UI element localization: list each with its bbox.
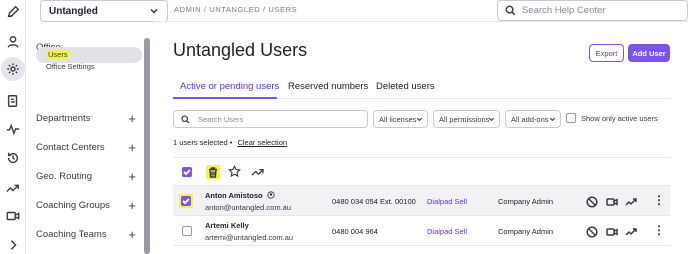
show-only-active-label: Show only active users (581, 113, 658, 123)
trend-icon[interactable] (251, 166, 264, 177)
permissions-dropdown-value: All permissions (439, 114, 490, 124)
more-options-icon[interactable]: ⋮ (653, 224, 665, 236)
active-tab-underline (173, 97, 277, 99)
bullet-separator: • (229, 138, 233, 147)
sidebar-item-office-settings[interactable]: Office Settings (46, 62, 95, 71)
search-users-input[interactable]: Search Users (173, 110, 368, 128)
tab-active-or-pending[interactable]: Active or pending users (180, 81, 279, 92)
bulk-action-bar (173, 158, 670, 186)
search-icon (181, 114, 190, 123)
row-checkbox[interactable] (181, 196, 191, 206)
addons-dropdown-value: All add-ons (511, 114, 549, 124)
show-only-active-checkbox[interactable] (566, 113, 576, 123)
user-role: Company Admin (498, 227, 554, 236)
plus-icon[interactable]: + (128, 141, 136, 154)
table-row[interactable]: Artemi Kelly artemi@untangled.com.au 048… (173, 216, 670, 246)
tab-reserved-numbers[interactable]: Reserved numbers (288, 81, 368, 92)
permissions-dropdown[interactable]: All permissions (433, 110, 500, 128)
tab-deleted-users[interactable]: Deleted users (376, 81, 435, 92)
sidebar-item-coaching-groups[interactable]: Coaching Groups + (36, 198, 136, 212)
search-users-placeholder: Search Users (198, 114, 244, 124)
soccer-ball-icon (267, 191, 275, 199)
trash-icon (209, 166, 217, 178)
no-calls-icon[interactable] (586, 225, 598, 238)
clear-selection-link[interactable]: Clear selection (237, 138, 287, 147)
sidebar-group-label: Coaching Groups (36, 199, 110, 211)
sidebar-group-label: Contact Centers (36, 141, 105, 153)
admin-sidebar: Untangled Office Office Settings Users D… (26, 0, 168, 254)
checkmark-icon (182, 198, 190, 205)
chevron-down-icon (488, 117, 495, 122)
plus-icon[interactable]: + (128, 228, 136, 241)
user-role: Company Admin (498, 197, 554, 206)
user-name-text: Anton Amistoso (205, 191, 263, 200)
selected-count: 1 users selected (173, 138, 228, 147)
user-email: anton@untangled.com.au (205, 203, 292, 212)
no-calls-icon[interactable] (586, 195, 598, 208)
office-selector[interactable]: Untangled (40, 0, 168, 22)
user-name[interactable]: Anton Amistoso (205, 191, 275, 200)
history-icon[interactable] (5, 150, 21, 166)
billing-icon[interactable] (5, 93, 21, 109)
analytics-icon[interactable] (625, 225, 637, 237)
plus-icon[interactable]: + (128, 112, 136, 125)
row-checkbox[interactable] (182, 226, 192, 236)
sidebar-item-coaching-teams[interactable]: Coaching Teams + (36, 227, 136, 241)
sidebar-group-label: Coaching Teams (36, 228, 107, 240)
star-icon[interactable] (228, 165, 241, 178)
table-row[interactable]: Anton Amistoso anton@untangled.com.au 04… (173, 186, 670, 216)
settings-gear-icon[interactable] (1, 57, 25, 81)
sidebar-item-geo-routing[interactable]: Geo. Routing + (36, 169, 136, 183)
user-phone: 0480 004 964 (332, 227, 378, 236)
user-plan[interactable]: Dialpad Sell (427, 227, 467, 236)
select-all-checkbox[interactable] (182, 167, 192, 177)
show-only-active-toggle[interactable]: Show only active users (566, 113, 658, 123)
search-icon (505, 5, 516, 16)
breadcrumb: ADMIN / UNTANGLED / USERS (174, 5, 298, 14)
sidebar-item-users[interactable]: Users (36, 47, 142, 63)
add-user-button[interactable]: Add User (628, 44, 670, 62)
office-selector-value: Untangled (49, 5, 98, 17)
addons-dropdown[interactable]: All add-ons (505, 110, 561, 128)
delete-button[interactable] (206, 165, 220, 179)
expand-chevron-icon[interactable] (5, 237, 21, 253)
icon-rail (0, 0, 26, 254)
row-checkbox-highlight (179, 194, 193, 208)
help-search-placeholder: Search Help Center (522, 5, 606, 16)
video-icon[interactable] (606, 195, 618, 207)
more-options-icon[interactable]: ⋮ (653, 194, 665, 206)
plus-icon[interactable]: + (128, 170, 136, 183)
checkmark-icon (183, 169, 191, 176)
video-icon[interactable] (606, 225, 618, 237)
licenses-dropdown[interactable]: All licenses (373, 110, 428, 128)
trend-icon[interactable] (5, 180, 21, 196)
user-email: artemi@untangled.com.au (205, 233, 294, 242)
scrollbar-thumb[interactable] (144, 38, 150, 254)
selection-summary: 1 users selected • Clear selection (173, 138, 287, 147)
analytics-pulse-icon[interactable] (5, 121, 21, 137)
page-title: Untangled Users (173, 40, 308, 60)
top-bar: ADMIN / UNTANGLED / USERS Search Help Ce… (154, 0, 688, 22)
sidebar-group-label: Departments (36, 112, 91, 124)
user-name[interactable]: Artemi Kelly (205, 221, 249, 230)
help-center-search[interactable]: Search Help Center (497, 0, 688, 21)
sidebar-item-contact-centers[interactable]: Contact Centers + (36, 140, 136, 154)
person-icon[interactable] (5, 34, 21, 50)
export-button[interactable]: Export (589, 44, 624, 62)
users-table: Anton Amistoso anton@untangled.com.au 04… (173, 157, 670, 254)
analytics-icon[interactable] (625, 195, 637, 207)
pencil-icon[interactable] (5, 4, 21, 20)
sidebar-item-departments[interactable]: Departments + (36, 111, 136, 125)
sidebar-scrollbar[interactable] (144, 38, 150, 254)
chevron-down-icon (549, 117, 556, 122)
chevron-down-icon (416, 117, 423, 122)
video-icon[interactable] (5, 208, 21, 224)
user-phone: 0480 034 054 Ext. 00100 (332, 197, 416, 206)
sidebar-group-label: Geo. Routing (36, 170, 92, 182)
licenses-dropdown-value: All licenses (379, 114, 417, 124)
sidebar-item-users-label: Users (47, 50, 69, 59)
plus-icon[interactable]: + (128, 199, 136, 212)
users-tabs: Active or pending users Reserved numbers… (173, 79, 670, 99)
user-plan[interactable]: Dialpad Sell (427, 197, 467, 206)
